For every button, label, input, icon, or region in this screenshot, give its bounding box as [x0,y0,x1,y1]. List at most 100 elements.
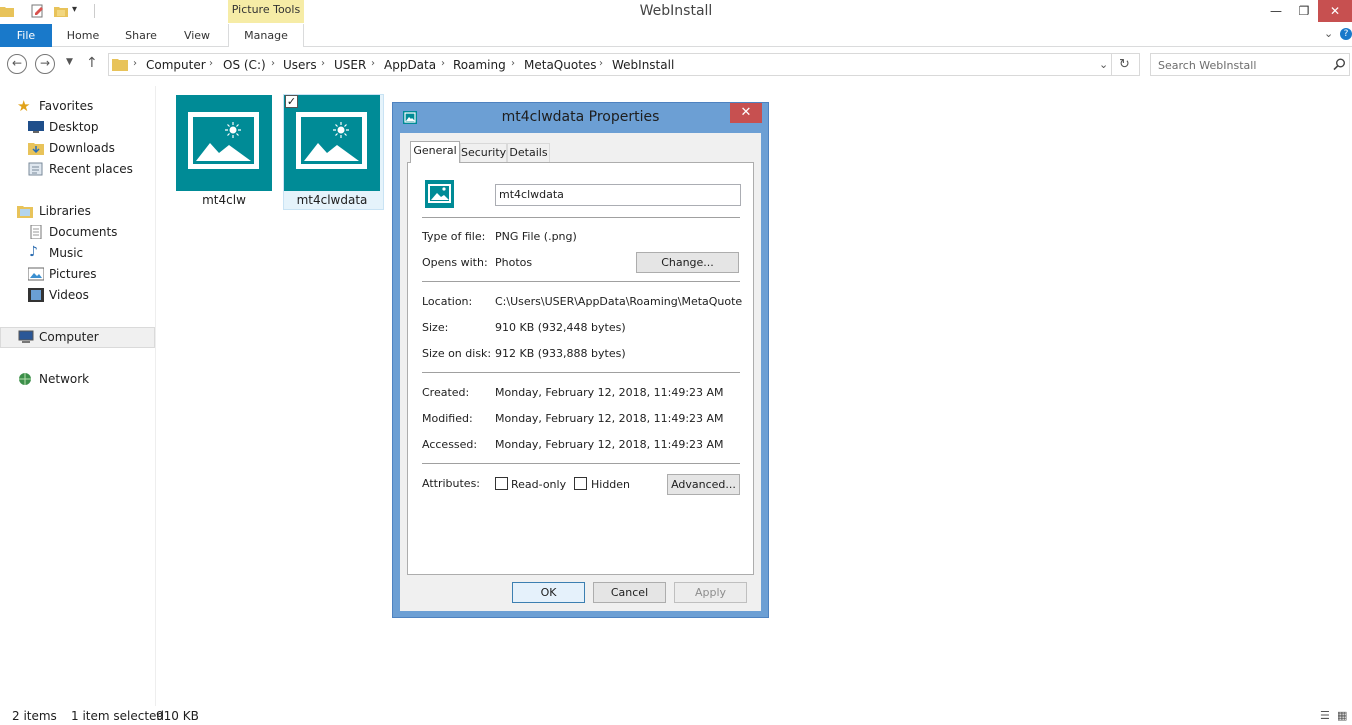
address-bar[interactable]: › Computer › OS (C:) › Users › USER › Ap… [108,53,1140,76]
change-button[interactable]: Change... [636,252,739,273]
apply-button[interactable]: Apply [674,582,747,603]
chevron-down-icon[interactable]: ⌄ [1324,27,1333,40]
breadcrumb-roaming[interactable]: Roaming [453,58,506,72]
status-size: 910 KB [156,709,199,723]
search-input[interactable] [1158,55,1328,75]
opens-with-label: Opens with: [422,256,488,269]
image-thumbnail-icon [284,95,380,191]
divider [422,463,740,464]
minimize-button[interactable]: — [1262,0,1290,22]
divider [422,217,740,218]
ok-button[interactable]: OK [512,582,585,603]
breadcrumb-computer[interactable]: Computer [146,58,206,72]
breadcrumb-user[interactable]: USER [334,58,366,72]
nav-videos-label: Videos [49,288,89,302]
nav-downloads[interactable]: Downloads [0,138,155,159]
nav-videos[interactable]: Videos [0,285,155,306]
nav-downloads-label: Downloads [49,141,115,155]
breadcrumb-separator[interactable]: › [133,58,137,69]
ribbon-tabs: File Home Share View Manage ⌄ ? [0,24,1352,47]
address-row: ← → ▼ ↑ › Computer › OS (C:) › Users › U… [0,52,1352,78]
close-button[interactable]: ✕ [1318,0,1352,22]
nav-pictures[interactable]: Pictures [0,264,155,285]
tab-view[interactable]: View [174,24,220,47]
nav-network[interactable]: Network [0,369,155,390]
type-value: PNG File (.png) [495,230,577,243]
breadcrumb-users[interactable]: Users [283,58,317,72]
breadcrumb-webinstall[interactable]: WebInstall [612,58,674,72]
search-icon[interactable] [1333,58,1346,71]
breadcrumb-separator[interactable]: › [511,58,515,69]
refresh-icon[interactable]: ↻ [1119,57,1130,72]
breadcrumb-separator[interactable]: › [441,58,445,69]
nav-documents-label: Documents [49,225,118,239]
breadcrumb-separator[interactable]: › [321,58,325,69]
breadcrumb-separator[interactable]: › [599,58,603,69]
dialog-title: mt4clwdata Properties [501,109,660,125]
tab-share[interactable]: Share [118,24,164,47]
general-tab-page: mt4clwdata Type of file: PNG File (.png)… [407,162,754,575]
forward-button[interactable]: → [35,54,55,74]
recent-locations-icon[interactable]: ▼ [66,57,73,67]
size-label: Size: [422,321,449,334]
large-icons-view-icon[interactable]: ▦ [1337,709,1347,722]
filename-field[interactable]: mt4clwdata [495,184,741,206]
file-tile-selected[interactable]: ✓ mt4clwdata [283,94,384,210]
tab-home[interactable]: Home [60,24,106,47]
nav-computer-label: Computer [39,330,99,344]
title-bar: ▾ Picture Tools WebInstall — ❐ ✕ [0,0,1352,24]
file-tile[interactable]: mt4clw [176,95,278,209]
nav-desktop-label: Desktop [49,120,99,134]
divider [422,281,740,282]
navigation-pane: ★ Favorites Desktop Downloads Recent pla… [0,86,156,706]
image-file-icon [425,180,454,208]
readonly-checkbox[interactable] [495,477,508,490]
network-icon [19,373,31,385]
nav-desktop[interactable]: Desktop [0,117,155,138]
nav-computer[interactable]: Computer [0,327,155,348]
breadcrumb-metaquotes[interactable]: MetaQuotes [524,58,597,72]
file-name: mt4clw [202,193,246,207]
selection-checkbox[interactable]: ✓ [285,95,298,108]
cancel-button[interactable]: Cancel [593,582,666,603]
nav-music[interactable]: ♪ Music [0,243,155,264]
dialog-close-button[interactable]: ✕ [730,103,762,123]
status-item-count: 2 items [12,709,57,723]
star-icon: ★ [17,97,31,115]
nav-favorites[interactable]: ★ Favorites [0,96,155,117]
image-thumbnail-icon [176,95,272,191]
nav-recent-places[interactable]: Recent places [0,159,155,180]
tab-file[interactable]: File [0,24,52,47]
details-view-icon[interactable]: ☰ [1320,709,1330,722]
restore-button[interactable]: ❐ [1290,0,1318,22]
modified-label: Modified: [422,412,473,425]
recent-places-icon [28,162,43,176]
hidden-label: Hidden [591,478,631,491]
downloads-folder-icon [28,143,44,155]
tab-security[interactable]: Security [460,143,507,162]
tab-details[interactable]: Details [507,143,550,162]
breadcrumb-separator[interactable]: › [271,58,275,69]
help-icon[interactable]: ? [1340,28,1352,40]
divider [422,372,740,373]
documents-icon [30,225,42,239]
nav-recent-label: Recent places [49,162,133,176]
search-box[interactable] [1150,53,1350,76]
nav-libraries[interactable]: Libraries [0,201,155,222]
address-dropdown-icon[interactable]: ⌄ [1099,58,1108,71]
pictures-icon [28,267,44,281]
breadcrumb-os-c[interactable]: OS (C:) [223,58,266,72]
up-arrow-icon[interactable]: ↑ [86,55,98,71]
tab-general[interactable]: General [410,141,460,163]
back-button[interactable]: ← [7,54,27,74]
modified-value: Monday, February 12, 2018, 11:49:23 AM [495,412,724,425]
breadcrumb-appdata[interactable]: AppData [384,58,436,72]
breadcrumb-separator[interactable]: › [209,58,213,69]
tab-manage[interactable]: Manage [228,24,304,47]
breadcrumb-separator[interactable]: › [371,58,375,69]
hidden-checkbox[interactable] [574,477,587,490]
nav-pictures-label: Pictures [49,267,97,281]
accessed-value: Monday, February 12, 2018, 11:49:23 AM [495,438,724,451]
advanced-button[interactable]: Advanced... [667,474,740,495]
nav-documents[interactable]: Documents [0,222,155,243]
